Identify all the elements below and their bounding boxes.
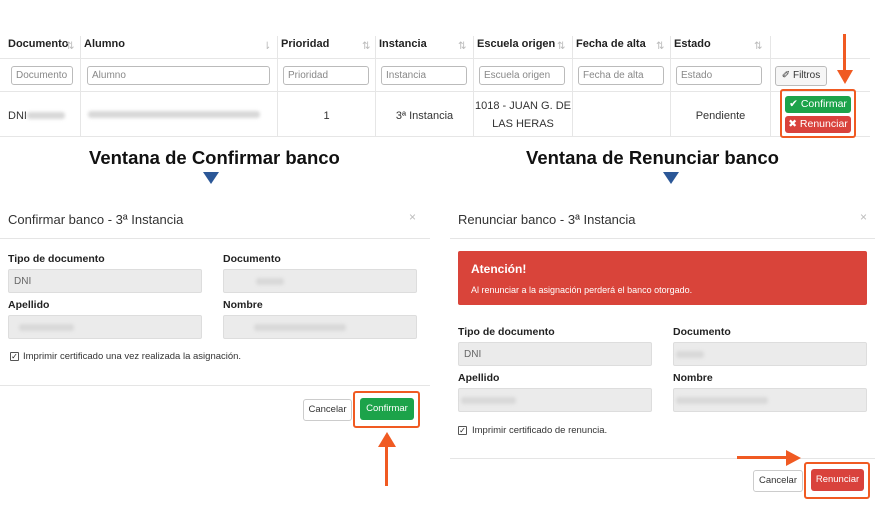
times-icon: ✖ (788, 118, 797, 130)
col-header-fecha-alta[interactable]: Fecha de alta (576, 38, 646, 58)
documento-label: Documento (223, 253, 281, 265)
renunciar-row-label: Renunciar (799, 118, 848, 130)
print-renuncia-label: Imprimir certificado de renuncia. (472, 425, 608, 436)
renunciar-row-button[interactable]: ✖ Renunciar (785, 116, 851, 133)
warning-alert: Atención! Al renunciar a la asignación p… (458, 251, 867, 305)
confirm-row-button[interactable]: ✔ Confirmar (785, 96, 851, 113)
nombre-label: Nombre (223, 299, 263, 311)
confirm-button[interactable]: Confirmar (360, 398, 414, 420)
cell-escuela-line2: LAS HERAS (492, 118, 554, 130)
redacted-documento (27, 112, 65, 119)
apellido-label: Apellido (458, 372, 500, 384)
modal-header-divider (0, 238, 430, 239)
tipo-documento-label: Tipo de documento (8, 253, 105, 265)
documento-field (673, 342, 867, 366)
col-header-estado[interactable]: Estado (674, 38, 711, 58)
nombre-label: Nombre (673, 372, 713, 384)
alert-title: Atención! (471, 262, 527, 276)
redacted-documento (256, 278, 284, 285)
sort-icon[interactable]: ⇅ (557, 41, 565, 52)
filter-estado-input[interactable]: Estado (676, 66, 762, 85)
renunciar-button[interactable]: Renunciar (811, 469, 864, 491)
modal-footer-divider (450, 458, 875, 459)
close-icon[interactable]: × (860, 210, 867, 224)
documento-label: Documento (673, 326, 731, 338)
confirm-row-label: Confirmar (800, 98, 847, 110)
col-header-alumno[interactable]: Alumno (84, 38, 125, 58)
apellido-field (458, 388, 652, 412)
annotation-arrow-shaft (843, 34, 846, 70)
sort-icon[interactable]: ⇅ (458, 41, 466, 52)
documento-field (223, 269, 417, 293)
col-header-prioridad[interactable]: Prioridad (281, 38, 329, 58)
modal-header-divider (450, 238, 875, 239)
cell-escuela-line1: 1018 - JUAN G. DE (475, 100, 571, 112)
filters-button[interactable]: ✐ Filtros (775, 66, 827, 86)
caption-confirm: Ventana de Confirmar banco (89, 147, 340, 168)
row-divider (0, 136, 870, 137)
col-header-instancia[interactable]: Instancia (379, 38, 427, 58)
confirm-modal-title: Confirmar banco - 3ª Instancia (8, 212, 184, 227)
filter-prioridad-input[interactable]: Prioridad (283, 66, 369, 85)
filter-documento-input[interactable]: Documento (11, 66, 73, 85)
cancel-button[interactable]: Cancelar (753, 470, 803, 492)
filter-fecha-alta-input[interactable]: Fecha de alta (578, 66, 664, 85)
close-icon[interactable]: × (409, 210, 416, 224)
sort-az-icon[interactable]: ⇂ (263, 41, 271, 52)
cancel-button[interactable]: Cancelar (303, 399, 352, 421)
filter-divider (0, 91, 870, 92)
annotation-arrow-down-icon (837, 70, 853, 84)
nombre-field (223, 315, 417, 339)
print-renuncia-checkbox[interactable]: ✓ (458, 426, 467, 435)
cell-instancia: 3ª Instancia (395, 110, 454, 122)
annotation-arrow-shaft (737, 456, 787, 459)
annotation-arrow-shaft (385, 446, 388, 486)
apellido-field (8, 315, 202, 339)
nombre-field (673, 388, 867, 412)
pointer-down-icon (663, 172, 679, 184)
sort-icon[interactable]: ⇅ (66, 41, 74, 52)
renunciar-modal-title: Renunciar banco - 3ª Instancia (458, 212, 636, 227)
annotation-arrow-right-icon (786, 450, 801, 466)
alert-text: Al renunciar a la asignación perderá el … (471, 285, 693, 295)
filter-escuela-input[interactable]: Escuela origen (479, 66, 565, 85)
tipo-documento-field: DNI (8, 269, 202, 293)
redacted-apellido (461, 397, 516, 404)
print-certificate-checkbox[interactable]: ✓ (10, 352, 19, 361)
redacted-nombre (676, 397, 768, 404)
sort-icon[interactable]: ⇅ (754, 41, 762, 52)
print-certificate-label: Imprimir certificado una vez realizada l… (23, 351, 242, 362)
caption-renunciar: Ventana de Renunciar banco (526, 147, 779, 168)
column-divider (80, 36, 81, 136)
redacted-apellido (19, 324, 74, 331)
redacted-alumno (88, 111, 260, 118)
check-icon: ✔ (789, 98, 798, 110)
filter-instancia-input[interactable]: Instancia (381, 66, 467, 85)
cell-prioridad: 1 (323, 110, 330, 122)
filter-alumno-input[interactable]: Alumno (87, 66, 270, 85)
col-header-escuela[interactable]: Escuela origen (477, 38, 555, 58)
redacted-nombre (254, 324, 346, 331)
modal-footer-divider (0, 385, 430, 386)
header-divider (0, 58, 870, 59)
redacted-documento (676, 351, 704, 358)
column-divider (770, 36, 771, 136)
pointer-down-icon (203, 172, 219, 184)
apellido-label: Apellido (8, 299, 50, 311)
tipo-documento-field: DNI (458, 342, 652, 366)
filters-button-label: Filtros (792, 70, 821, 81)
eraser-icon: ✐ (781, 70, 791, 81)
col-header-documento[interactable]: Documento (8, 38, 69, 58)
column-divider (572, 36, 573, 136)
sort-icon[interactable]: ⇅ (656, 41, 664, 52)
sort-icon[interactable]: ⇅ (362, 41, 370, 52)
students-table: Documento ⇅ Alumno ⇂ Prioridad ⇅ Instanc… (0, 32, 870, 138)
cell-estado: Pendiente (695, 110, 746, 122)
tipo-documento-label: Tipo de documento (458, 326, 555, 338)
cell-documento-prefix: DNI (8, 110, 27, 122)
annotation-arrow-up-icon (378, 432, 396, 447)
